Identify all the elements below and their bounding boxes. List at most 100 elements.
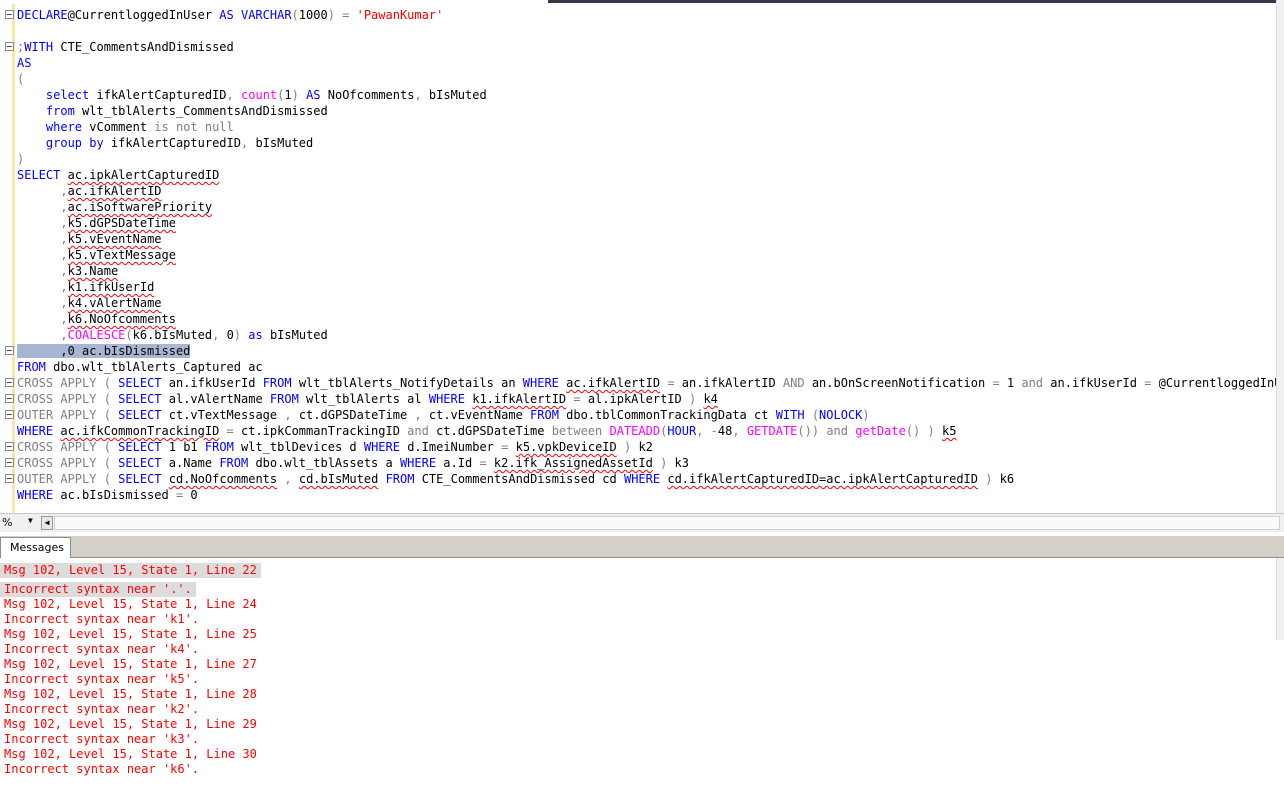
code-token: WITH (24, 40, 54, 54)
code-token: = (479, 456, 487, 470)
code-token: ( (96, 408, 119, 422)
code-token: , (414, 408, 422, 422)
code-token: FROM (269, 392, 299, 406)
code-token: FROM (17, 360, 46, 374)
chevron-down-icon[interactable]: ▼ (28, 516, 33, 525)
messages-pane[interactable]: Msg 102, Level 15, State 1, Line 22 Incor… (0, 558, 1276, 792)
collapse-icon[interactable] (5, 410, 14, 419)
code-token: 48 (717, 424, 733, 438)
code-token: wlt_tblAlerts_NotifyDetails an (291, 376, 523, 390)
code-token: WHERE (363, 440, 400, 454)
code-line: ,COALESCE(k6.bIsMuted, 0) as bIsMuted (17, 327, 1276, 343)
code-token: a.Id (436, 456, 480, 470)
collapse-icon[interactable] (5, 458, 14, 467)
code-token: CROSS APPLY (17, 440, 97, 454)
code-token: ( (17, 72, 25, 86)
code-token: ac.ifkAlertID (67, 184, 162, 198)
code-token: ) (291, 88, 299, 102)
code-token: k3 (667, 456, 690, 470)
error-message: Incorrect syntax near 'k4'. (4, 642, 200, 656)
code-token: = (219, 424, 241, 438)
code-line: ;WITH CTE_CommentsAndDismissed (17, 39, 1276, 55)
code-token: k1.ifkAlertID (472, 392, 567, 406)
code-token: k5 (941, 424, 957, 438)
code-token: ( (96, 472, 119, 486)
code-token: ) (17, 152, 25, 166)
code-token: VARCHAR (233, 8, 292, 22)
error-message: Incorrect syntax near 'k2'. (4, 702, 200, 716)
code-token: = (566, 392, 588, 406)
code-token: ct.vTextMessage (161, 408, 285, 422)
horizontal-scrollbar[interactable] (54, 516, 1280, 530)
code-token: ( (96, 456, 119, 470)
error-message[interactable]: Msg 102, Level 15, State 1, Line 22 (0, 563, 261, 578)
code-token: an.ifkUserId (1043, 376, 1145, 390)
code-line: DECLARE@CurrentloggedInUser AS VARCHAR(1… (17, 7, 1276, 23)
code-token: as (241, 328, 263, 342)
code-token: count (241, 88, 278, 102)
zoom-value: % (2, 516, 13, 529)
collapse-icon[interactable] (5, 474, 14, 483)
code-token: ) (233, 328, 242, 342)
code-token: DATEADD (609, 424, 661, 438)
code-token: bIsMuted (262, 328, 328, 342)
code-token: d.ImeiNumber (399, 440, 502, 454)
code-token: ( (96, 392, 119, 406)
code-token: , (226, 88, 234, 102)
code-line: OUTER APPLY ( SELECT ct.vTextMessage , c… (17, 407, 1276, 423)
collapse-icon[interactable] (5, 346, 14, 355)
sql-code[interactable]: DECLARE@CurrentloggedInUser AS VARCHAR(1… (17, 7, 1276, 503)
code-token: cd.NoOfcomments (168, 472, 278, 486)
code-line: WHERE ac.ifkCommonTrackingID = ct.ipkCom… (17, 423, 1276, 439)
collapse-icon[interactable] (5, 42, 14, 51)
code-token: , (60, 280, 68, 294)
collapse-icon[interactable] (5, 394, 14, 403)
code-token: and (826, 424, 849, 438)
code-token: vComment (82, 120, 155, 134)
code-token: wlt_tblAlerts al (298, 392, 429, 406)
tab-messages[interactable]: Messages (0, 537, 71, 558)
query-editor[interactable]: DECLARE@CurrentloggedInUser AS VARCHAR(1… (0, 4, 1276, 513)
code-token: ifkAlertCapturedID (89, 88, 227, 102)
code-token: ac.iSoftwarePriority (67, 200, 213, 214)
code-token: ac.ifkCommonTrackingID (60, 424, 220, 438)
code-token: ac.ipkAlertCapturedID (67, 168, 220, 182)
code-token: 1000 (298, 8, 328, 22)
code-token: 1 (999, 376, 1022, 390)
code-token: AS (298, 88, 321, 102)
code-line: OUTER APPLY ( SELECT cd.NoOfcomments , c… (17, 471, 1276, 487)
code-token: ifkAlertCapturedID (103, 136, 241, 150)
error-message: Incorrect syntax near 'k3'. (4, 732, 200, 746)
error-message[interactable]: Incorrect syntax near '.'. (0, 582, 196, 597)
code-token: NOLOCK (819, 408, 863, 422)
code-token: ac.bIsDismissed (53, 488, 176, 502)
code-token: dbo.wlt_tblAssets a (248, 456, 400, 470)
code-token: 0 (183, 488, 198, 502)
code-token: k6.NoOfcomments (67, 312, 176, 326)
scroll-left-icon[interactable]: ◀ (41, 516, 53, 530)
title-accent-bar (548, 0, 1284, 3)
code-token: , (60, 184, 68, 198)
code-token: is not null (154, 120, 234, 134)
code-token: ) (862, 408, 870, 422)
code-token: , (60, 312, 68, 326)
code-token: FROM (204, 440, 234, 454)
code-token: , (60, 264, 68, 278)
code-token: SELECT (118, 376, 162, 390)
code-token: FROM (219, 456, 249, 470)
collapse-icon[interactable] (5, 442, 14, 451)
code-token: wlt_tblDevices d (233, 440, 364, 454)
code-token: DECLARE (17, 8, 68, 22)
code-token: , (60, 328, 68, 342)
collapse-icon[interactable] (5, 10, 14, 19)
code-token: from (45, 104, 75, 118)
error-message: Incorrect syntax near 'k6'. (4, 762, 200, 776)
collapse-icon[interactable] (5, 378, 14, 387)
code-token: ( (96, 376, 119, 390)
code-token: between (551, 424, 603, 438)
